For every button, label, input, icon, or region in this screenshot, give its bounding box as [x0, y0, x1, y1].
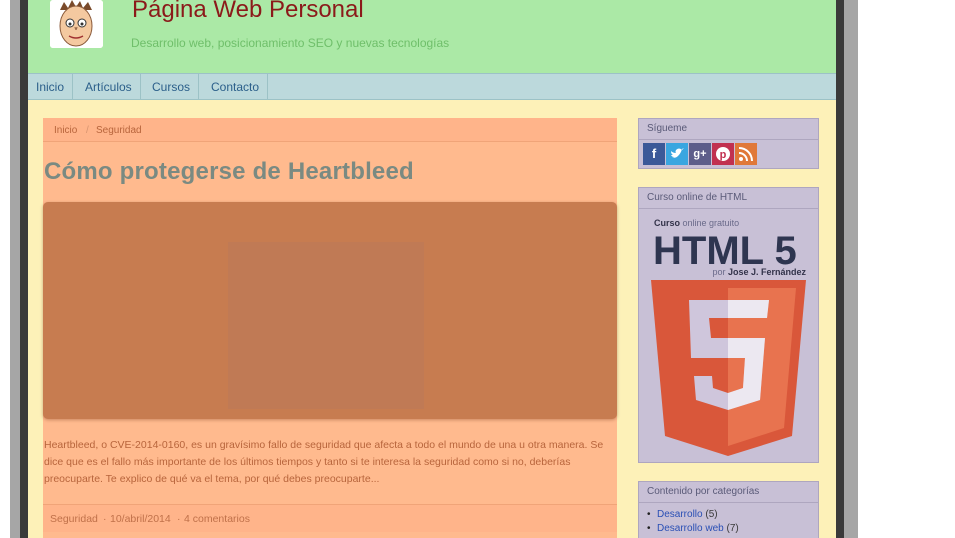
- breadcrumb-separator: /: [86, 125, 89, 136]
- article-card: Inicio / Seguridad Cómo protegerse de He…: [43, 118, 617, 538]
- page-shadow-right: [836, 0, 844, 538]
- social-widget: Sígueme f g+ p: [638, 118, 819, 169]
- nav-item-contacto[interactable]: Contacto: [203, 74, 269, 100]
- svg-text:p: p: [720, 149, 727, 161]
- main-nav: Inicio Artículos Cursos Contacto: [28, 73, 836, 100]
- meta-separator: ·: [103, 513, 107, 525]
- post-category-link[interactable]: Seguridad: [50, 513, 98, 525]
- post-comments-link[interactable]: 4 comentarios: [184, 513, 250, 525]
- category-link[interactable]: Desarrollo: [657, 509, 703, 520]
- list-item: Desarrollo (5): [647, 508, 739, 522]
- category-count: (5): [705, 509, 718, 520]
- social-icons: f g+ p: [643, 143, 758, 165]
- social-widget-title: Sígueme: [639, 119, 818, 140]
- site-header: Página Web Personal Desarrollo web, posi…: [28, 0, 836, 73]
- html5-course-banner[interactable]: Curso online gratuito HTML 5 por Jose J.…: [639, 208, 818, 461]
- html5-shield-icon: Curso online gratuito HTML 5 por Jose J.…: [651, 218, 806, 456]
- course-widget: Curso online de HTML Curso online gratui…: [638, 187, 819, 463]
- course-byline-name: Jose J. Fernández: [728, 267, 807, 277]
- pinterest-icon[interactable]: p: [712, 143, 734, 165]
- facebook-icon[interactable]: f: [643, 143, 665, 165]
- meta-separator: ·: [177, 513, 181, 525]
- nav-item-articulos[interactable]: Artículos: [77, 74, 141, 100]
- site-title[interactable]: Página Web Personal: [132, 0, 364, 24]
- post-title[interactable]: Cómo protegerse de Heartbleed: [44, 158, 414, 186]
- breadcrumb: Inicio / Seguridad: [43, 118, 617, 142]
- svg-text:Curso online gratuito: Curso online gratuito: [654, 218, 739, 228]
- list-item: Desarrollo web (7): [647, 522, 739, 536]
- categories-widget-title: Contenido por categorías: [639, 482, 818, 503]
- category-list: Desarrollo (5) Desarrollo web (7): [647, 508, 739, 536]
- nav-item-inicio[interactable]: Inicio: [28, 74, 74, 100]
- post-meta: Seguridad · 10/abril/2014 · 4 comentario…: [43, 504, 617, 532]
- nav-item-cursos[interactable]: Cursos: [144, 74, 200, 100]
- rss-icon[interactable]: [735, 143, 757, 165]
- breadcrumb-home-link[interactable]: Inicio: [54, 125, 77, 136]
- svg-text:por Jose J. Fernández: por Jose J. Fernández: [712, 267, 806, 277]
- google-plus-icon[interactable]: g+: [689, 143, 711, 165]
- site-subtitle: Desarrollo web, posicionamiento SEO y nu…: [131, 36, 450, 50]
- breadcrumb-current-link[interactable]: Seguridad: [96, 125, 142, 136]
- page: Página Web Personal Desarrollo web, posi…: [28, 0, 836, 538]
- categories-widget: Contenido por categorías Desarrollo (5) …: [638, 481, 819, 538]
- page-shadow-left: [20, 0, 28, 538]
- category-count: (7): [726, 523, 739, 534]
- course-kicker-bold: Curso: [654, 218, 681, 228]
- course-kicker-rest: online gratuito: [683, 218, 740, 228]
- post-image-inner: [228, 242, 424, 409]
- post-featured-image[interactable]: [43, 202, 617, 419]
- avatar-face-icon: [50, 0, 103, 48]
- twitter-icon[interactable]: [666, 143, 688, 165]
- avatar[interactable]: [50, 0, 103, 48]
- category-link[interactable]: Desarrollo web: [657, 523, 724, 534]
- post-excerpt: Heartbleed, o CVE-2014-0160, es un graví…: [44, 439, 604, 485]
- course-widget-title: Curso online de HTML: [639, 188, 818, 209]
- course-byline-pre: por: [712, 267, 725, 277]
- post-date: 10/abril/2014: [110, 513, 171, 525]
